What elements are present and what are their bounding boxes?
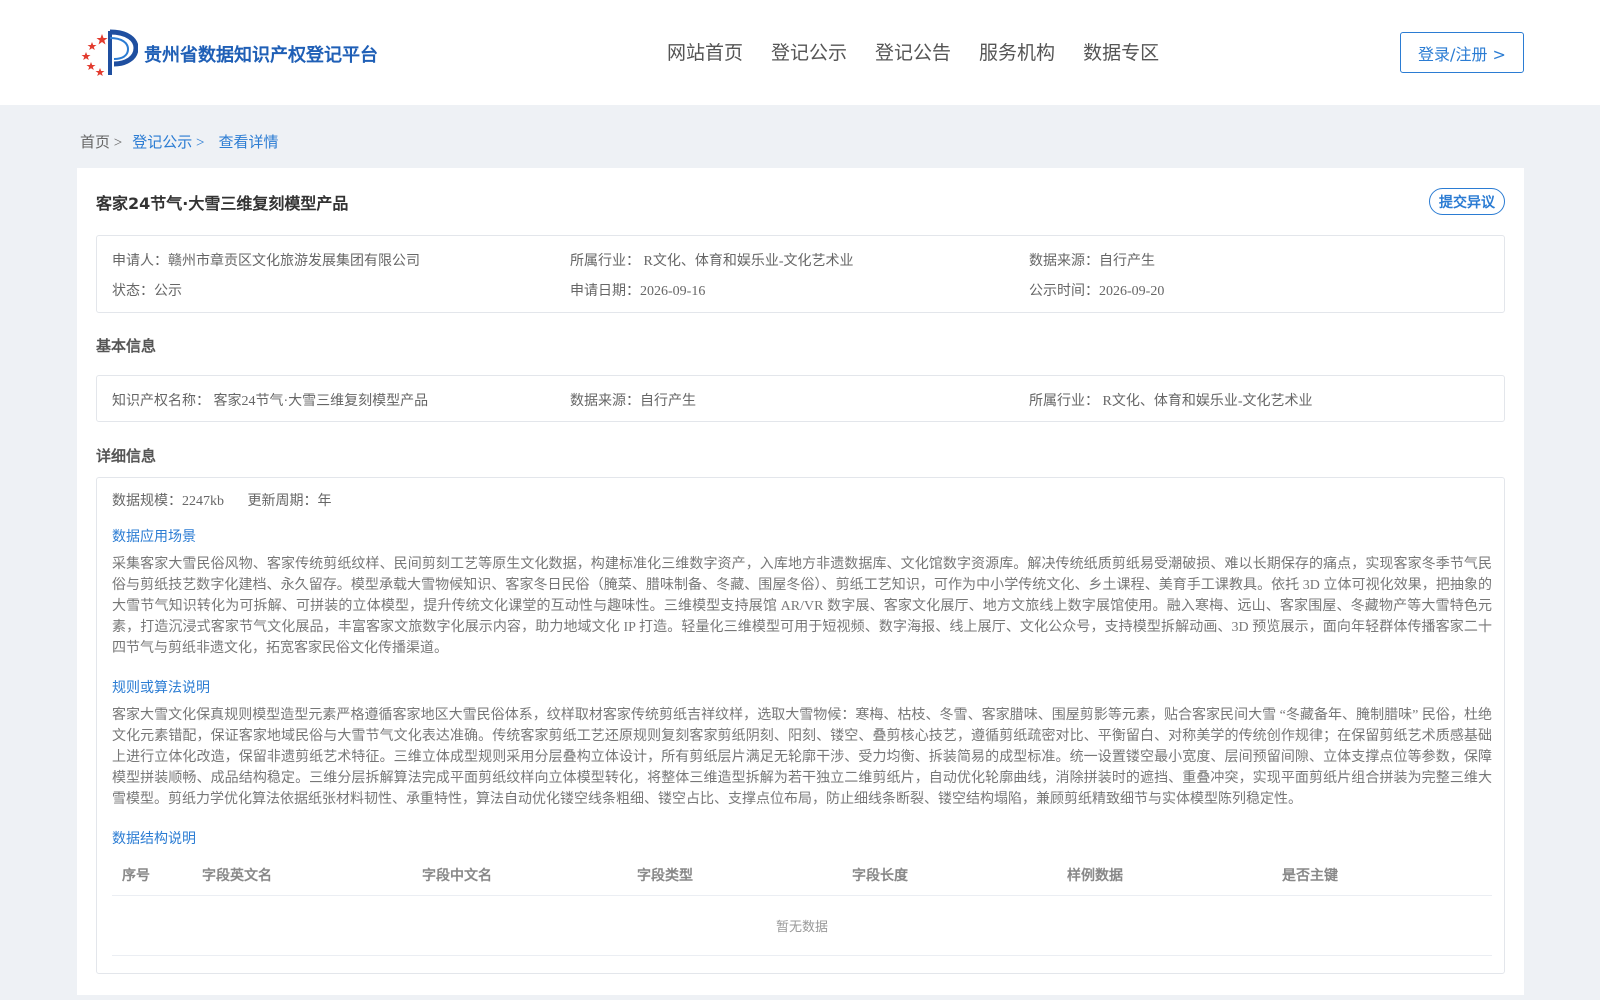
ip-name-field: 知识产权名称： 客家24节气·大雪三维复刻模型产品 [112,394,429,409]
update-cycle: 更新周期：年 [247,494,332,509]
table-header: 序号 字段英文名 字段中文名 字段类型 字段长度 样例数据 是否主键 [112,850,1492,896]
nav-home[interactable]: 网站首页 [667,38,743,65]
login-register-button[interactable]: 登录/注册 > [1400,32,1524,73]
detail-info-box: 数据规模：2247kb 更新周期：年 数据应用场景 采集客家大雪民俗风物、客家传… [96,477,1505,974]
rule-text: 客家大雪文化保真规则模型造型元素严格遵循客家地区大雪民俗体系，纹样取材客家传统剪… [112,708,1492,807]
status-field: 状态：公示 [112,284,182,299]
main-nav: 网站首页 登记公示 登记公告 服务机构 数据专区 [667,38,1187,65]
col-primary-key: 是否主键 [1282,868,1338,884]
col-field-length: 字段长度 [852,868,908,884]
apply-date-field: 申请日期：2026-09-16 [570,284,706,299]
industry-field: 所属行业： R文化、体育和娱乐业-文化艺术业 [570,254,854,269]
col-index: 序号 [122,868,150,884]
applicant-field: 申请人：赣州市章贡区文化旅游发展集团有限公司 [112,254,420,269]
col-field-en: 字段英文名 [202,868,272,884]
rule-heading: 规则或算法说明 [112,681,210,696]
submit-objection-button[interactable]: 提交异议 [1429,188,1505,215]
table-empty-row: 暂无数据 [112,896,1492,956]
nav-data-zone[interactable]: 数据专区 [1083,38,1159,65]
data-scale: 数据规模：2247kb [112,494,224,509]
nav-registration-publicity[interactable]: 登记公示 [771,38,847,65]
col-field-type: 字段类型 [637,868,693,884]
structure-table: 序号 字段英文名 字段中文名 字段类型 字段长度 样例数据 是否主键 暂无数据 [112,850,1492,956]
logo-emblem-icon [80,28,139,78]
source-field: 数据来源：自行产生 [1029,254,1155,269]
basic-industry-field: 所属行业： R文化、体育和娱乐业-文化艺术业 [1029,394,1313,409]
breadcrumb-current: 查看详情 [218,135,279,151]
col-sample: 样例数据 [1067,868,1123,884]
publish-date-field: 公示时间：2026-09-20 [1029,284,1165,299]
basic-info-heading: 基本信息 [96,337,157,355]
page-title: 客家24节气·大雪三维复刻模型产品 [96,194,349,213]
scene-text: 采集客家大雪民俗风物、客家传统剪纸纹样、民间剪刻工艺等原生文化数据，构建标准化三… [112,557,1492,656]
breadcrumb-section[interactable]: 登记公示 > [132,131,204,152]
site-title: 贵州省数据知识产权登记平台 [144,45,378,66]
detail-card: 客家24节气·大雪三维复刻模型产品 提交异议 申请人：赣州市章贡区文化旅游发展集… [77,168,1524,995]
nav-registration-announcement[interactable]: 登记公告 [875,38,951,65]
site-logo[interactable]: 贵州省数据知识产权登记平台 [80,28,378,78]
summary-box: 申请人：赣州市章贡区文化旅游发展集团有限公司 所属行业： R文化、体育和娱乐业-… [96,235,1505,313]
scene-heading: 数据应用场景 [112,530,196,545]
basic-info-box: 知识产权名称： 客家24节气·大雪三维复刻模型产品 数据来源：自行产生 所属行业… [96,375,1505,422]
breadcrumb: 首页 > 登记公示 > 查看详情 [80,131,278,152]
data-meta: 数据规模：2247kb 更新周期：年 [112,490,332,510]
breadcrumb-home[interactable]: 首页 > [80,131,122,152]
site-header: 贵州省数据知识产权登记平台 网站首页 登记公示 登记公告 服务机构 数据专区 登… [0,0,1600,105]
basic-source-field: 数据来源：自行产生 [570,394,696,409]
detail-info-heading: 详细信息 [96,447,157,465]
nav-service-agencies[interactable]: 服务机构 [979,38,1055,65]
col-field-cn: 字段中文名 [422,868,492,884]
structure-heading: 数据结构说明 [112,832,196,847]
